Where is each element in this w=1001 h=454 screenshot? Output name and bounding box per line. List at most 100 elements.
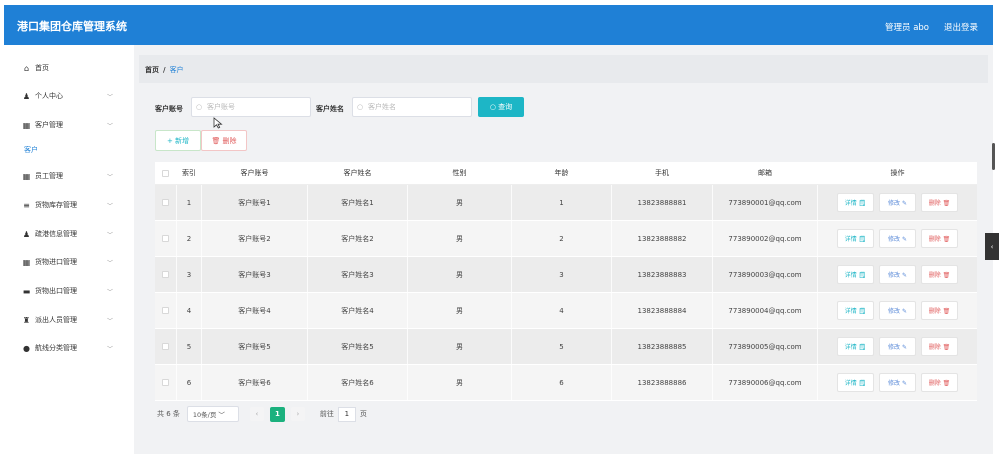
cell-account: 客户账号1 bbox=[202, 185, 308, 220]
table-row: 6 客户账号6 客户姓名6 男 6 13823888886 773890006@… bbox=[155, 365, 977, 401]
row-checkbox[interactable] bbox=[162, 235, 169, 242]
column-header: 操作 bbox=[890, 169, 905, 177]
cell-name: 客户姓名5 bbox=[308, 329, 408, 364]
grid-icon: ▦ bbox=[22, 257, 31, 267]
column-header: 索引 bbox=[177, 162, 202, 184]
goto-page-input[interactable] bbox=[337, 406, 356, 422]
detail-button[interactable]: 详情 🗒 bbox=[837, 373, 874, 392]
sidebar-subitem-customer[interactable]: 客户 bbox=[4, 137, 134, 163]
sidebar-item-profile[interactable]: ♟ 个人中心 ﹀ bbox=[4, 83, 134, 109]
cell-actions: 详情 🗒 修改 ✎ 删除 🗑 bbox=[818, 185, 977, 220]
table-header: 索引 客户账号 客户姓名 性别 年龄 手机 邮箱 操作 bbox=[155, 162, 977, 185]
person-icon: ♜ bbox=[22, 315, 31, 325]
row-checkbox[interactable] bbox=[162, 343, 169, 350]
cell-index: 3 bbox=[177, 257, 202, 292]
prev-page-button[interactable]: ‹ bbox=[249, 407, 264, 421]
select-all-cell[interactable] bbox=[155, 162, 177, 184]
sidebar-item-staff[interactable]: ▦ 员工管理 ﹀ bbox=[4, 163, 134, 189]
detail-button[interactable]: 详情 🗒 bbox=[837, 301, 874, 320]
delete-button[interactable]: 删除 🗑 bbox=[921, 301, 958, 320]
cell-actions: 详情 🗒 修改 ✎ 删除 🗑 bbox=[818, 221, 977, 256]
sidebar-item-label: 疏港信息管理 bbox=[35, 230, 77, 238]
column-header: 年龄 bbox=[512, 162, 612, 184]
cell-gender: 男 bbox=[408, 221, 512, 256]
detail-button[interactable]: 详情 🗒 bbox=[837, 337, 874, 356]
sidebar-item-label: 航线分类管理 bbox=[35, 344, 77, 352]
next-page-button[interactable]: › bbox=[290, 407, 305, 421]
cell-name: 客户姓名2 bbox=[308, 221, 408, 256]
breadcrumb-home[interactable]: 首页 bbox=[145, 66, 159, 74]
name-search-input[interactable] bbox=[352, 97, 472, 117]
list-icon: ≡ bbox=[23, 200, 30, 210]
search-icon: ○ bbox=[357, 103, 364, 111]
account-filter-label: 客户账号 bbox=[155, 105, 183, 113]
collapse-tab[interactable]: ‹ bbox=[985, 233, 999, 260]
row-checkbox[interactable] bbox=[162, 271, 169, 278]
delete-button[interactable]: 删除 🗑 bbox=[921, 373, 958, 392]
edit-button[interactable]: 修改 ✎ bbox=[879, 337, 916, 356]
chevron-down-icon: ﹀ bbox=[107, 231, 114, 239]
query-button[interactable]: ○ 查询 bbox=[478, 97, 524, 117]
delete-button[interactable]: 删除 🗑 bbox=[921, 337, 958, 356]
breadcrumb-current: 客户 bbox=[169, 66, 184, 74]
cell-age: 1 bbox=[512, 185, 612, 220]
select-all-checkbox[interactable] bbox=[162, 169, 169, 177]
cell-actions: 详情 🗒 修改 ✎ 删除 🗑 bbox=[818, 365, 977, 400]
sidebar-item-inventory[interactable]: ≡ 货物库存管理 ﹀ bbox=[4, 192, 134, 218]
cell-phone: 13823888884 bbox=[612, 293, 713, 328]
search-icon: ○ bbox=[196, 103, 203, 111]
breadcrumb-separator: / bbox=[163, 66, 166, 74]
row-checkbox[interactable] bbox=[162, 379, 169, 386]
edit-button[interactable]: 修改 ✎ bbox=[879, 373, 916, 392]
edit-button[interactable]: 修改 ✎ bbox=[879, 229, 916, 248]
chevron-down-icon: ﹀ bbox=[107, 288, 114, 296]
cell-index: 2 bbox=[177, 221, 202, 256]
sidebar-item-port-info[interactable]: ♟ 疏港信息管理 ﹀ bbox=[4, 221, 134, 247]
chevron-down-icon: ﹀ bbox=[107, 202, 114, 210]
user-icon: ♟ bbox=[22, 91, 31, 101]
page-number-current[interactable]: 1 bbox=[269, 406, 285, 422]
delete-button[interactable]: 删除 🗑 bbox=[921, 265, 958, 284]
detail-button[interactable]: 详情 🗒 bbox=[837, 229, 874, 248]
batch-delete-button[interactable]: 🗑 删除 bbox=[201, 130, 247, 151]
cell-account: 客户账号4 bbox=[202, 293, 308, 328]
page-size-select[interactable]: 10条/页 ﹀ bbox=[186, 406, 239, 422]
current-user: 管理员 abo bbox=[885, 23, 930, 33]
sidebar-item-home[interactable]: ⌂ 首页 bbox=[4, 55, 134, 81]
table-row: 4 客户账号4 客户姓名4 男 4 13823888884 773890004@… bbox=[155, 293, 977, 329]
edit-button[interactable]: 修改 ✎ bbox=[879, 193, 916, 212]
sidebar-item-routes[interactable]: ● 航线分类管理 ﹀ bbox=[4, 335, 134, 361]
user-icon: ♟ bbox=[22, 229, 31, 239]
grid-icon: ▦ bbox=[22, 120, 31, 130]
sidebar-item-imports[interactable]: ▦ 货物进口管理 ﹀ bbox=[4, 249, 134, 275]
delete-button[interactable]: 删除 🗑 bbox=[921, 193, 958, 212]
cell-phone: 13823888881 bbox=[612, 185, 713, 220]
detail-button[interactable]: 详情 🗒 bbox=[837, 193, 874, 212]
cell-age: 5 bbox=[512, 329, 612, 364]
sidebar-item-customers[interactable]: ▦ 客户管理 ﹀ bbox=[4, 112, 134, 138]
cell-age: 3 bbox=[512, 257, 612, 292]
row-checkbox[interactable] bbox=[162, 199, 169, 206]
column-header: 手机 bbox=[612, 162, 713, 184]
cell-account: 客户账号3 bbox=[202, 257, 308, 292]
scrollbar-thumb[interactable] bbox=[992, 143, 995, 170]
delete-button[interactable]: 删除 🗑 bbox=[921, 229, 958, 248]
column-header: 性别 bbox=[408, 162, 512, 184]
cell-phone: 13823888886 bbox=[612, 365, 713, 400]
sidebar-item-dispatch[interactable]: ♜ 派出人员管理 ﹀ bbox=[4, 307, 134, 333]
cell-email: 773890006@qq.com bbox=[713, 365, 818, 400]
account-search-input[interactable] bbox=[191, 97, 311, 117]
table-row: 2 客户账号2 客户姓名2 男 2 13823888882 773890002@… bbox=[155, 221, 977, 257]
cell-name: 客户姓名1 bbox=[308, 185, 408, 220]
goto-label: 前往 bbox=[319, 410, 334, 418]
logout-link[interactable]: 退出登录 bbox=[944, 21, 978, 33]
edit-button[interactable]: 修改 ✎ bbox=[879, 301, 916, 320]
cell-phone: 13823888882 bbox=[612, 221, 713, 256]
row-checkbox[interactable] bbox=[162, 307, 169, 314]
sidebar-item-label: 货物进口管理 bbox=[35, 258, 77, 266]
sidebar-item-exports[interactable]: ▬ 货物出口管理 ﹀ bbox=[4, 278, 134, 304]
edit-button[interactable]: 修改 ✎ bbox=[879, 265, 916, 284]
detail-button[interactable]: 详情 🗒 bbox=[837, 265, 874, 284]
add-button[interactable]: + 新增 bbox=[155, 130, 201, 151]
cell-email: 773890001@qq.com bbox=[713, 185, 818, 220]
